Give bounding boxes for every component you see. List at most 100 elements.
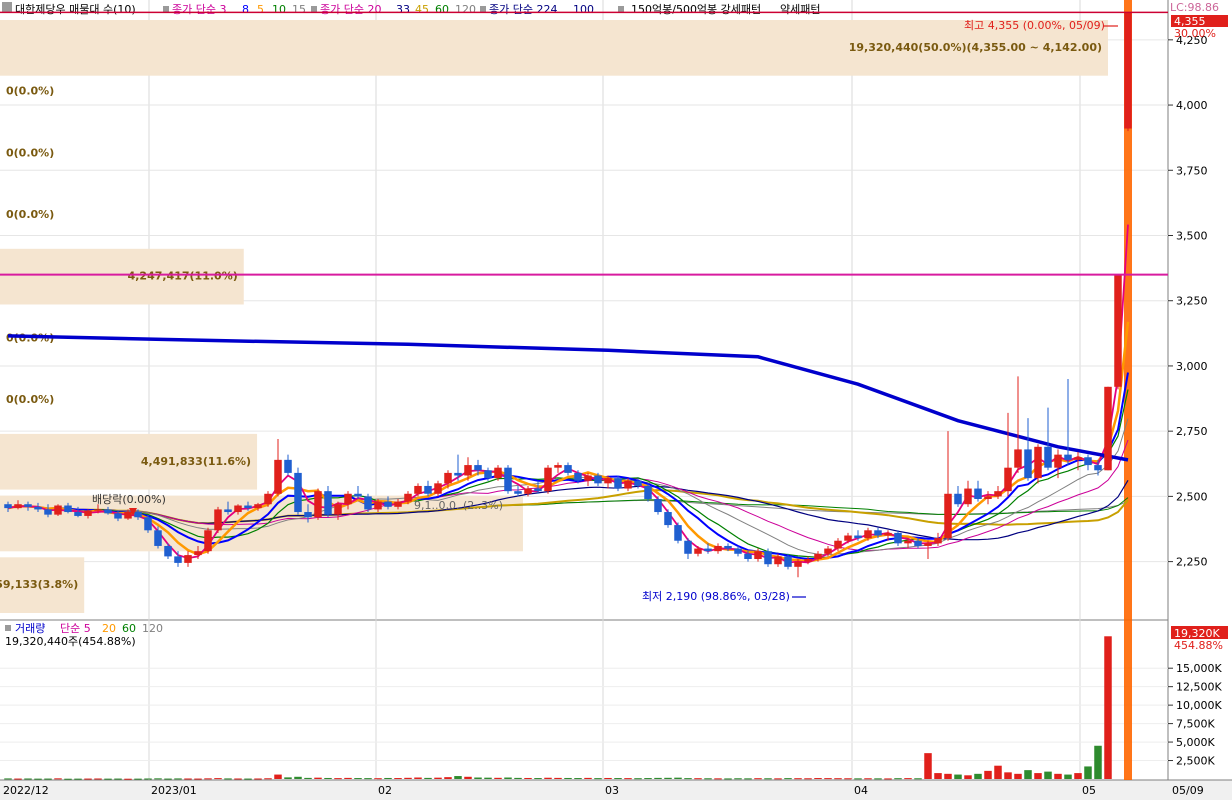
volume-bar (134, 778, 142, 780)
volume-bar (604, 777, 612, 779)
volume-bar (154, 778, 162, 780)
candle-body (774, 556, 782, 565)
volume-bar (544, 777, 552, 779)
volume-bar (594, 778, 602, 780)
volume-bar (664, 777, 672, 779)
volume-bar (974, 773, 982, 779)
candle-body (1054, 454, 1062, 468)
candle (294, 467, 302, 515)
volume-bar (744, 778, 752, 780)
candle-body (584, 475, 592, 481)
candle (314, 488, 322, 520)
volume-bar (34, 778, 42, 780)
candle-body (4, 504, 12, 509)
candle (1034, 444, 1042, 484)
candle-body (684, 540, 692, 554)
candle-body (604, 478, 612, 484)
candle (674, 522, 682, 544)
volume-bar (24, 778, 32, 780)
candle-body (1124, 12, 1132, 129)
volume-bar (814, 778, 822, 780)
candle-body (94, 509, 102, 511)
volume-bar (234, 778, 242, 780)
candle-body (384, 501, 392, 507)
candle (144, 514, 152, 533)
price-tick-label: 2,250 (1176, 556, 1208, 569)
candle-body (184, 555, 192, 563)
volume-bar (934, 773, 942, 779)
profile-label: 0(0.0%) (6, 208, 54, 221)
volume-bar (1004, 772, 1012, 779)
legend-pattern-weak[interactable]: 약세패턴 (780, 2, 820, 16)
candle-body (154, 530, 162, 546)
candle-body (114, 513, 122, 519)
volume-bar (764, 778, 772, 780)
volume-bar (404, 777, 412, 779)
candle-body (594, 475, 602, 484)
volume-bar (694, 778, 702, 780)
volume-bar (654, 777, 662, 779)
volume-bar (44, 778, 52, 780)
price-tick-label: 3,500 (1176, 229, 1208, 242)
candle-body (984, 496, 992, 499)
volume-bar (774, 778, 782, 780)
legend-ma-group3[interactable]: 종가 단순 224 (489, 3, 557, 16)
candle-body (754, 551, 762, 559)
candle-body (674, 525, 682, 541)
partial-profile-label: 9,1..0,0..(2..3%) (414, 499, 503, 512)
volume-bar (784, 778, 792, 780)
volume-bar (384, 777, 392, 779)
candle-body (634, 480, 642, 486)
candle (1114, 274, 1122, 390)
volume-bar (434, 777, 442, 779)
legend-ma-5: 5 (257, 3, 264, 16)
profile-label: 0(0.0%) (6, 85, 54, 98)
candle-body (64, 505, 72, 513)
legend-ma-45: 45 (415, 3, 429, 16)
volume-bar (904, 778, 912, 780)
profile-label: 4,491,833(11.6%) (141, 455, 251, 468)
volume-bar (194, 778, 202, 780)
volume-bar (964, 775, 972, 779)
volume-bar (554, 777, 562, 779)
volume-bar (684, 778, 692, 780)
volume-bar (514, 777, 522, 779)
candle-body (244, 505, 252, 509)
candle-body (324, 491, 332, 515)
date-tick-label: 05/09 (1172, 784, 1204, 797)
volume-bar (1074, 773, 1082, 779)
volume-legend-title[interactable]: 거래량 (15, 622, 45, 635)
lc-readout: LC:98.86 (1170, 1, 1219, 14)
legend-title[interactable]: 대한제당우 매물대 수(10) (15, 3, 136, 16)
high-annotation: 최고 4,355 (0.00%, 05/09) (964, 19, 1105, 32)
legend-ma-group2[interactable]: 종가 단순 20 (320, 3, 381, 16)
date-tick-label: 2022/12 (3, 784, 49, 797)
candle-body (424, 485, 432, 494)
legend-ma-group1[interactable]: 종가 단순 3 (172, 3, 226, 16)
candle-body (714, 545, 722, 552)
candle-body (624, 480, 632, 489)
volume-bar (854, 778, 862, 780)
price-tick-label: 2,500 (1176, 490, 1208, 503)
candle-body (254, 504, 262, 509)
candle-body (304, 512, 312, 518)
price-tick-label: 3,250 (1176, 295, 1208, 308)
candle-body (744, 553, 752, 559)
candle-body (864, 530, 872, 539)
candle-body (404, 493, 412, 502)
date-tick-label: 03 (605, 784, 619, 797)
legend-ma-60: 60 (435, 3, 449, 16)
legend-pattern[interactable]: 150억봉/500억봉 강세패턴 (631, 3, 761, 16)
candle-body (134, 512, 142, 518)
volume-bar (474, 777, 482, 779)
volume-bar (734, 778, 742, 780)
candle-body (354, 493, 362, 497)
legend-ma-120: 120 (455, 3, 476, 16)
volume-bar (944, 773, 952, 779)
volume-panel (0, 620, 1168, 780)
volume-bar (454, 776, 462, 779)
volume-tick-label: 10,000K (1176, 699, 1222, 712)
candle-body (834, 540, 842, 549)
volume-legend-ma-60: 60 (122, 622, 136, 635)
candle-body (894, 532, 902, 544)
